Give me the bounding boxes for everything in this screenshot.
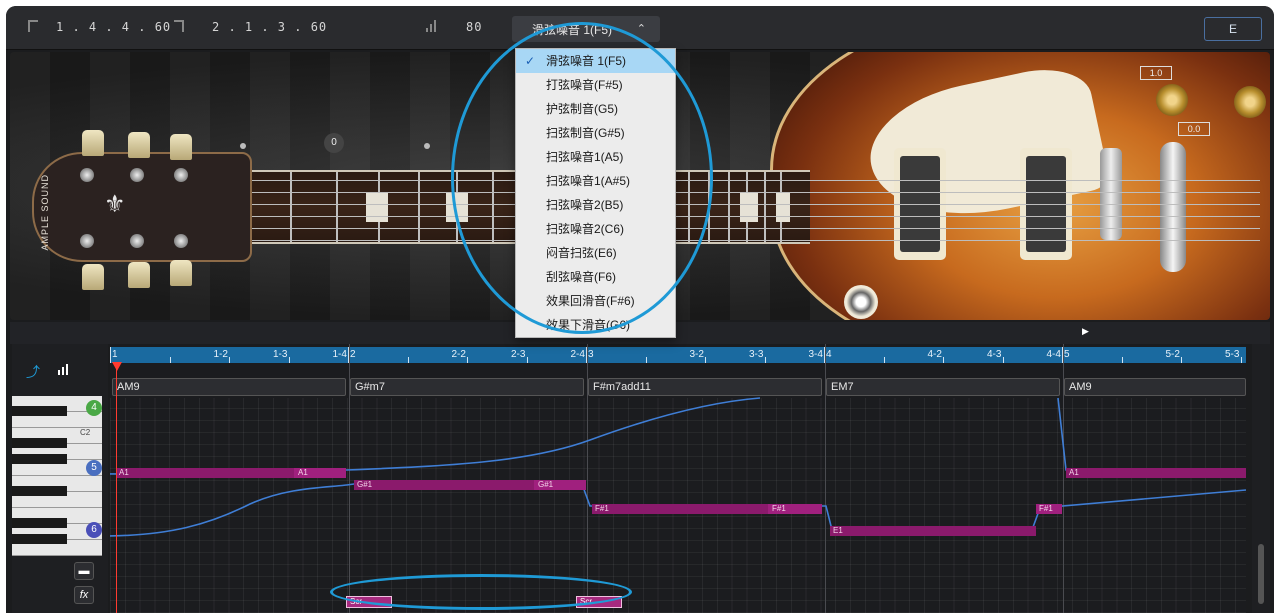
articulation-option[interactable]: 扫弦噪音1(A5) xyxy=(516,145,675,169)
note-a1[interactable]: A1 A1 xyxy=(116,468,346,478)
play-marker-icon[interactable]: ▶ xyxy=(1082,326,1089,337)
articulation-option[interactable]: 护弦制音(G5) xyxy=(516,97,675,121)
output-jack xyxy=(844,285,878,319)
pitch-curve xyxy=(110,397,1246,537)
position-start[interactable]: 1 . 4 . 4 . 60 xyxy=(56,20,171,34)
chevron-up-icon: ⌃ xyxy=(636,23,646,35)
toolbar: 1 . 4 . 4 . 60 2 . 1 . 3 . 60 80 滑弦噪音 1(… xyxy=(6,6,1274,50)
articulation-option-label: 扫弦制音(G#5) xyxy=(546,126,625,140)
brand-logo: AMPLE SOUND xyxy=(40,174,50,251)
piano-keyboard[interactable] xyxy=(12,396,102,566)
volume-knob[interactable] xyxy=(1156,84,1188,116)
articulation-option-label: 效果下滑音(G6) xyxy=(546,318,631,332)
articulation-option-label: 扫弦噪音2(C6) xyxy=(546,222,625,236)
loop-start-icon xyxy=(28,20,38,32)
piano-roll[interactable]: 1 1-2 1-3 1-4 2 2-2 2-3 2-4 3 3-2 3-3 3-4 4 4-2 4-3 4-4… xyxy=(110,344,1246,613)
fx-lane-button[interactable]: fx xyxy=(74,586,94,604)
fx-scrape-note[interactable]: Scr xyxy=(346,596,392,608)
articulation-option[interactable]: 打弦噪音(F#5) xyxy=(516,73,675,97)
tone-knob[interactable] xyxy=(1234,86,1266,118)
tailpiece xyxy=(1160,142,1186,272)
vertical-scrollbar[interactable] xyxy=(1252,344,1270,613)
articulation-option-label: 闷音扫弦(E6) xyxy=(546,246,617,260)
articulation-option[interactable]: 扫弦制音(G#5) xyxy=(516,121,675,145)
note-gs1[interactable]: G#1 G#1 xyxy=(354,480,586,490)
playhead-marker-icon[interactable] xyxy=(112,362,122,371)
note-fs1-short[interactable]: F#1 xyxy=(1036,504,1062,514)
string-6-badge[interactable]: 6 xyxy=(86,522,102,538)
knob-value-2: 0.0 xyxy=(1178,122,1210,136)
tuner[interactable] xyxy=(82,130,104,156)
note-e1[interactable]: E1 xyxy=(830,526,1036,536)
capo-dot[interactable] xyxy=(240,143,246,149)
articulation-option[interactable]: 扫弦噪音2(B5) xyxy=(516,193,675,217)
c2-label: C2 xyxy=(80,428,91,437)
velocity-icon xyxy=(426,20,436,32)
articulation-option-label: 效果回滑音(F#6) xyxy=(546,294,635,308)
tuner[interactable] xyxy=(128,132,150,158)
articulation-option-label: 刮弦噪音(F6) xyxy=(546,270,616,284)
tuner[interactable] xyxy=(128,262,150,288)
position-end[interactable]: 2 . 1 . 3 . 60 xyxy=(212,20,327,34)
tuner[interactable] xyxy=(82,264,104,290)
articulation-option[interactable]: 效果下滑音(G6) xyxy=(516,313,675,337)
headstock-emblem-icon: ⚜ xyxy=(104,191,126,218)
knob-value-1: 1.0 xyxy=(1140,66,1172,80)
loop-end-icon xyxy=(174,20,184,32)
articulation-dropdown[interactable]: ✓ 滑弦噪音 1(F5) 打弦噪音(F#5) 护弦制音(G5) 扫弦制音(G#5) 扫弦噪… xyxy=(515,48,676,338)
articulation-option-label: 打弦噪音(F#5) xyxy=(546,78,623,92)
fret-inlay xyxy=(740,192,758,222)
articulation-option[interactable]: 效果回滑音(F#6) xyxy=(516,289,675,313)
articulation-option-label: 护弦制音(G5) xyxy=(546,102,619,116)
capo-knob[interactable]: 0 xyxy=(324,133,344,153)
string-5-badge[interactable]: 5 xyxy=(86,460,102,476)
fret-inlay xyxy=(446,192,468,222)
note-a1-end[interactable]: A1 xyxy=(1066,468,1246,478)
articulation-option[interactable]: 扫弦噪音2(C6) xyxy=(516,217,675,241)
fx-scrape-note[interactable]: Scr xyxy=(576,596,622,608)
e-button[interactable]: E xyxy=(1204,17,1262,41)
articulation-option[interactable]: 刮弦噪音(F6) xyxy=(516,265,675,289)
playhead[interactable] xyxy=(116,362,117,613)
mute-lane-button[interactable]: ▬ xyxy=(74,562,94,580)
tuner[interactable] xyxy=(170,260,192,286)
headstock: AMPLE SOUND ⚜ xyxy=(32,152,252,262)
articulation-option-label: 扫弦噪音1(A5) xyxy=(546,150,624,164)
fret-inlay xyxy=(366,192,388,222)
bridge xyxy=(1100,148,1122,240)
articulation-option[interactable]: 扫弦噪音1(A#5) xyxy=(516,169,675,193)
articulation-option[interactable]: 闷音扫弦(E6) xyxy=(516,241,675,265)
string-4-badge[interactable]: 4 xyxy=(86,400,102,416)
velocity-value[interactable]: 80 xyxy=(466,20,482,34)
articulation-select-label: 滑弦噪音 1(F5) xyxy=(532,23,613,37)
articulation-select[interactable]: 滑弦噪音 1(F5) ⌃ xyxy=(512,16,660,42)
articulation-option[interactable]: ✓ 滑弦噪音 1(F5) xyxy=(516,49,675,73)
pitch-curve-icon[interactable]: ⤴ xyxy=(26,362,40,382)
checkmark-icon: ✓ xyxy=(525,54,536,68)
app-window: 1 . 4 . 4 . 60 2 . 1 . 3 . 60 80 滑弦噪音 1(… xyxy=(6,6,1274,613)
fret-inlay xyxy=(776,192,790,222)
articulation-option-label: 扫弦噪音2(B5) xyxy=(546,198,624,212)
articulation-option-label: 滑弦噪音 1(F5) xyxy=(546,54,627,68)
capo-dot[interactable] xyxy=(424,143,430,149)
articulation-option-label: 扫弦噪音1(A#5) xyxy=(546,174,631,188)
tuner[interactable] xyxy=(170,134,192,160)
velocity-bars-icon[interactable] xyxy=(58,364,68,375)
note-fs1[interactable]: F#1 F#1 xyxy=(592,504,822,514)
